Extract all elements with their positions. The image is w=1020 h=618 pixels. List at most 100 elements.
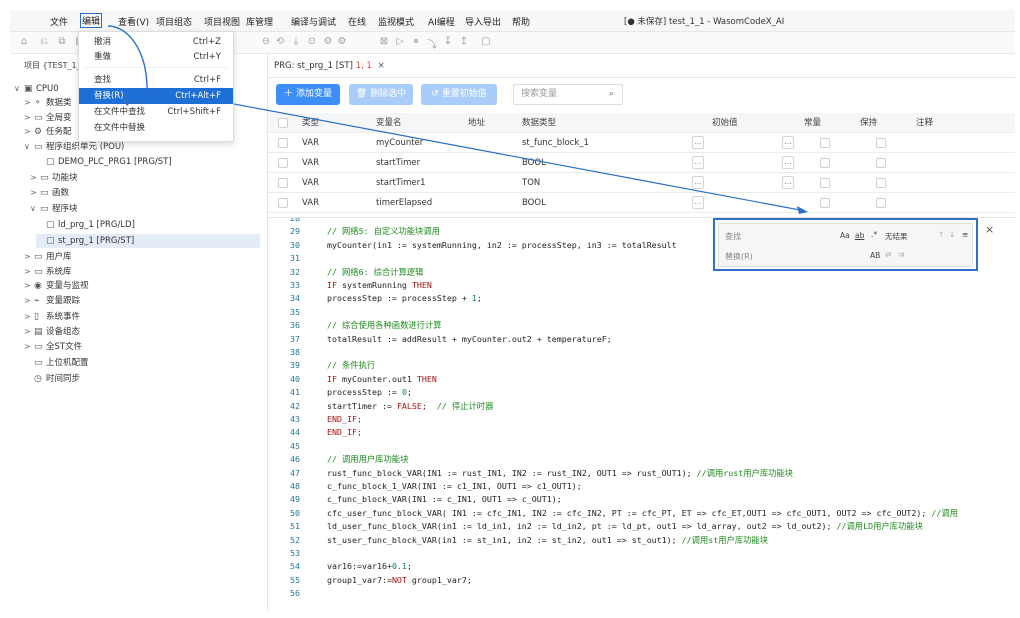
header-checkbox[interactable] bbox=[278, 118, 288, 128]
menu-11[interactable]: 帮助 bbox=[512, 15, 530, 28]
table-row[interactable]: VAR timerElapsed BOOL… bbox=[268, 193, 1015, 213]
edit-menu-item-4[interactable]: 在文件中查找 Ctrl+Shift+F bbox=[79, 104, 233, 120]
cell-name[interactable]: startTimer1 bbox=[376, 173, 426, 193]
tree-item-6[interactable]: > ▭ 功能块 bbox=[30, 171, 260, 185]
constant-checkbox[interactable] bbox=[820, 138, 830, 148]
tree-chevron-icon[interactable]: > bbox=[24, 265, 34, 279]
menu-8[interactable]: 监视模式 bbox=[378, 15, 414, 28]
arrow-up-icon[interactable]: ↑ bbox=[938, 230, 944, 239]
tree-chevron-icon[interactable]: > bbox=[24, 294, 34, 308]
settings2-icon[interactable]: ⚙ bbox=[322, 36, 334, 47]
copy-icon[interactable]: ⧉ bbox=[56, 36, 68, 47]
cell-name[interactable]: myCounter bbox=[376, 133, 423, 153]
edit-menu-item-0[interactable]: 撤消 Ctrl+Z bbox=[79, 34, 233, 50]
tree-chevron-icon[interactable]: ∨ bbox=[24, 140, 34, 154]
datatype-picker-button[interactable]: … bbox=[692, 176, 704, 189]
tree-chevron-icon[interactable]: > bbox=[24, 325, 34, 339]
add-variable-button[interactable]: ＋ 添加变量 bbox=[276, 84, 340, 105]
tree-item-4[interactable]: ∨ ▭ 程序组织单元 (POU) bbox=[24, 140, 260, 154]
tree-item-18[interactable]: ▭ 上位机配置 bbox=[24, 356, 260, 370]
settings-icon[interactable]: ⊙ bbox=[306, 36, 318, 47]
debug-icon[interactable]: ⚙ bbox=[336, 36, 348, 47]
tree-item-11[interactable]: > ▭ 用户库 bbox=[24, 250, 260, 264]
tree-item-16[interactable]: > ▤ 设备组态 bbox=[24, 325, 260, 339]
tree-item-7[interactable]: > ▭ 函数 bbox=[30, 186, 260, 200]
tree-chevron-icon[interactable]: > bbox=[24, 96, 34, 110]
pause-icon[interactable]: ▷ bbox=[394, 36, 406, 47]
reset-initial-button[interactable]: ↺ 重置初始值 bbox=[421, 84, 497, 105]
retain-checkbox[interactable] bbox=[876, 158, 886, 168]
tree-item-10[interactable]: ▢ st_prg_1 [PRG/ST] bbox=[36, 234, 260, 248]
row-checkbox[interactable] bbox=[278, 138, 288, 148]
tree-item-13[interactable]: > ◉ 变量与监视 bbox=[24, 279, 260, 293]
delete-selected-button[interactable]: 🗑 删除选中 bbox=[349, 84, 413, 105]
tree-item-17[interactable]: > ▭ 全ST文件 bbox=[24, 340, 260, 354]
cell-type[interactable]: VAR bbox=[302, 153, 319, 173]
edit-menu-item-5[interactable]: 在文件中替换 bbox=[79, 120, 233, 136]
find-in-selection-icon[interactable]: ≡ bbox=[962, 230, 968, 239]
row-checkbox[interactable] bbox=[278, 198, 288, 208]
retain-checkbox[interactable] bbox=[876, 138, 886, 148]
menu-2[interactable]: 查看(V) bbox=[118, 15, 149, 28]
find-close-icon[interactable]: × bbox=[985, 223, 994, 236]
constant-checkbox[interactable] bbox=[820, 198, 830, 208]
datatype-picker-button[interactable]: … bbox=[692, 196, 704, 209]
replace-input[interactable]: 替换(R) bbox=[725, 251, 753, 262]
tree-chevron-icon[interactable]: > bbox=[24, 111, 34, 125]
menu-10[interactable]: 导入导出 bbox=[465, 15, 501, 28]
home-icon[interactable]: ⌂ bbox=[18, 36, 30, 47]
tree-chevron-icon[interactable]: ∨ bbox=[30, 202, 40, 216]
constant-checkbox[interactable] bbox=[820, 178, 830, 188]
initial-value-button[interactable]: … bbox=[782, 136, 794, 149]
undo-icon[interactable]: ⎌ bbox=[38, 36, 50, 47]
replace-one-icon[interactable]: ⇄ bbox=[885, 250, 891, 259]
table-row[interactable]: VAR startTimer BOOL…… bbox=[268, 153, 1015, 173]
tree-chevron-icon[interactable]: > bbox=[30, 171, 40, 185]
datatype-picker-button[interactable]: … bbox=[692, 136, 704, 149]
table-row[interactable]: VAR startTimer1 TON…… bbox=[268, 173, 1015, 193]
step-out-icon[interactable]: ↧ bbox=[442, 36, 454, 47]
tree-chevron-icon[interactable]: > bbox=[24, 250, 34, 264]
initial-value-button[interactable]: … bbox=[782, 176, 794, 189]
code-editor[interactable]: 28 29 // 网络5: 自定义功能块调用 30 myCounter(in1 := s… bbox=[268, 217, 1015, 610]
preserve-case-toggle[interactable]: AB bbox=[870, 251, 880, 260]
cell-dtype[interactable]: st_func_block_1 bbox=[522, 133, 589, 153]
tree-chevron-icon[interactable]: > bbox=[24, 125, 34, 139]
tree-chevron-icon[interactable]: ∨ bbox=[14, 82, 24, 96]
menu-4[interactable]: 项目视图 bbox=[204, 15, 240, 28]
edit-menu-item-1[interactable]: 重做 Ctrl+Y bbox=[79, 49, 233, 65]
tree-item-5[interactable]: ▢ DEMO_PLC_PRG1 [PRG/ST] bbox=[36, 155, 260, 169]
arrow-down-icon[interactable]: ↓ bbox=[949, 230, 955, 239]
cell-dtype[interactable]: TON bbox=[522, 173, 540, 193]
menu-7[interactable]: 在线 bbox=[348, 15, 366, 28]
tree-chevron-icon[interactable]: > bbox=[24, 279, 34, 293]
edit-menu-item-2[interactable]: 查找 Ctrl+F bbox=[79, 72, 233, 88]
replace-all-icon[interactable]: ⇉ bbox=[898, 250, 904, 259]
menu-6[interactable]: 编译与调试 bbox=[291, 15, 336, 28]
menu-3[interactable]: 项目组态 bbox=[156, 15, 192, 28]
tree-chevron-icon[interactable]: > bbox=[24, 340, 34, 354]
cell-name[interactable]: timerElapsed bbox=[376, 193, 432, 213]
datatype-picker-button[interactable]: … bbox=[692, 156, 704, 169]
run-icon[interactable]: ⊠ bbox=[378, 36, 390, 47]
whole-word-toggle[interactable]: ab bbox=[855, 231, 864, 240]
find-input[interactable]: 查找 bbox=[725, 231, 741, 242]
menu-9[interactable]: AI编程 bbox=[428, 15, 455, 28]
cell-name[interactable]: startTimer bbox=[376, 153, 420, 173]
retain-checkbox[interactable] bbox=[876, 198, 886, 208]
initial-value-button[interactable]: … bbox=[782, 156, 794, 169]
build-icon[interactable]: ⊖ bbox=[260, 36, 272, 47]
tab-close-icon[interactable]: × bbox=[378, 61, 385, 71]
tree-item-12[interactable]: > ▭ 系统库 bbox=[24, 265, 260, 279]
tree-item-15[interactable]: > ▯ 系统事件 bbox=[24, 310, 260, 324]
step-into-icon[interactable]: ⤵ bbox=[426, 36, 438, 51]
menu-0[interactable]: 文件 bbox=[50, 15, 68, 28]
tab-st-prg-1[interactable]: PRG: st_prg_1 [ST] 1, 1 × bbox=[274, 61, 385, 71]
row-checkbox[interactable] bbox=[278, 178, 288, 188]
download-icon[interactable]: ⟲ bbox=[274, 36, 286, 47]
tree-chevron-icon[interactable]: > bbox=[30, 186, 40, 200]
retain-checkbox[interactable] bbox=[876, 178, 886, 188]
table-row[interactable]: VAR myCounter st_func_block_1…… bbox=[268, 133, 1015, 153]
menu-1[interactable]: 编辑 bbox=[80, 13, 103, 28]
tree-item-9[interactable]: ▢ ld_prg_1 [PRG/LD] bbox=[36, 218, 260, 232]
